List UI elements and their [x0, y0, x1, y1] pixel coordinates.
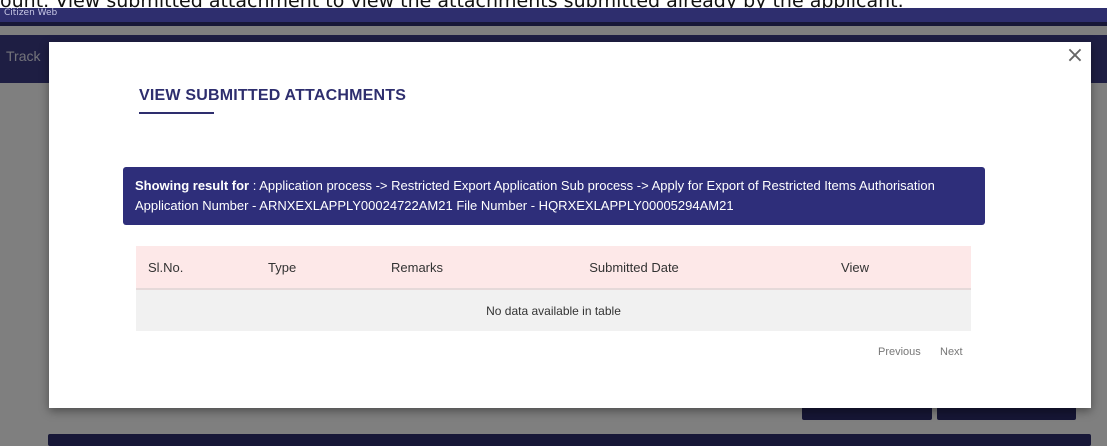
attachments-modal: × VIEW SUBMITTED ATTACHMENTS Showing res… — [49, 42, 1091, 408]
banner-text: : Application process -> Restricted Expo… — [135, 178, 935, 213]
table-row: No data available in table — [136, 289, 971, 331]
column-header-slno[interactable]: Sl.No. — [136, 246, 256, 290]
column-header-remarks[interactable]: Remarks — [379, 246, 529, 290]
column-header-submitted-date[interactable]: Submitted Date — [529, 246, 739, 290]
empty-table-message: No data available in table — [486, 303, 621, 318]
attachments-table: Sl.No. Type Remarks Submitted Date View … — [136, 246, 971, 331]
pagination-next[interactable]: Next — [940, 346, 963, 358]
table-header-row: Sl.No. Type Remarks Submitted Date View — [136, 246, 971, 290]
pagination-previous[interactable]: Previous — [878, 346, 921, 358]
column-header-type[interactable]: Type — [256, 246, 379, 290]
banner-prefix: Showing result for — [135, 178, 250, 193]
close-icon[interactable]: × — [1065, 45, 1085, 67]
screen: ount. View submitted attachment to view … — [0, 0, 1107, 446]
title-underline — [139, 112, 214, 114]
modal-title: VIEW SUBMITTED ATTACHMENTS — [139, 87, 407, 104]
result-info-banner: Showing result for : Application process… — [123, 167, 985, 225]
column-header-view[interactable]: View — [739, 246, 971, 290]
app-brand: Citizen Web — [4, 8, 58, 18]
